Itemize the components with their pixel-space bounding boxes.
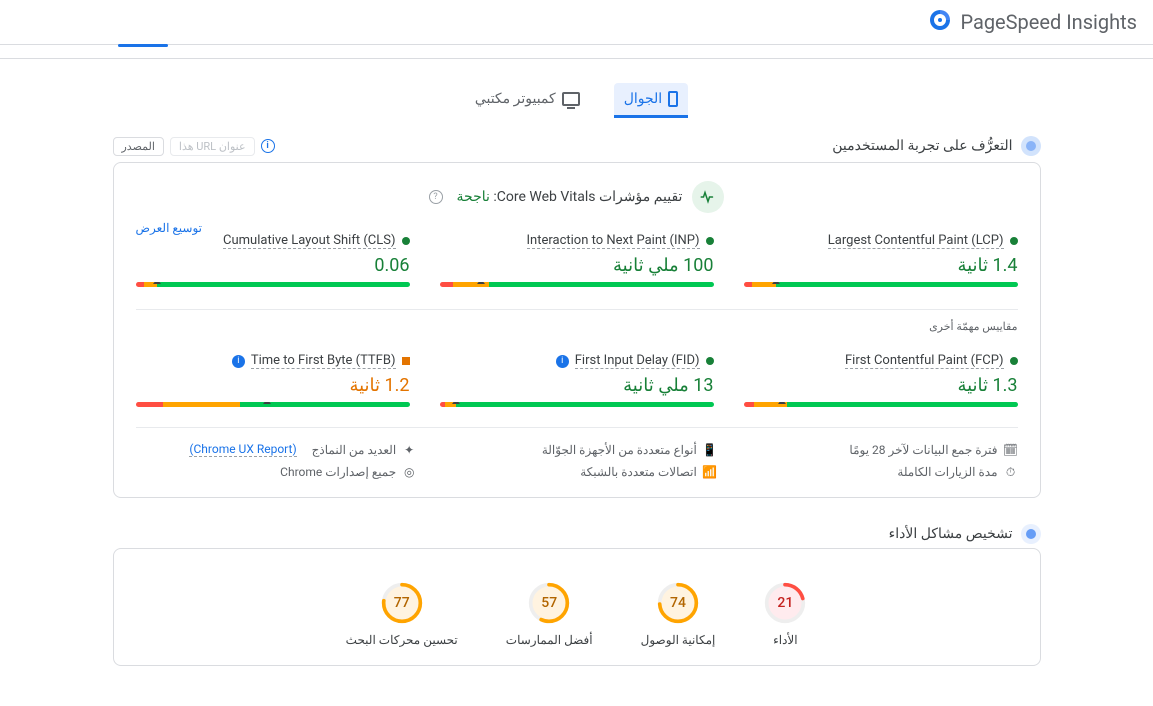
perf-section-icon — [1021, 524, 1041, 544]
gauge-best-score: 57 — [527, 581, 571, 625]
ux-card: تقييم مؤشرات Core Web Vitals: ناجحة ? تو… — [113, 162, 1041, 498]
meta-samples: ✦العديد من النماذج (Chrome UX Report) — [136, 442, 417, 457]
crux-report-link[interactable]: (Chrome UX Report) — [189, 442, 296, 457]
perf-section: تشخيص مشاكل الأداء 21 الأداء 74 إمكانية … — [113, 524, 1041, 666]
clock-icon: ⏱ — [1004, 465, 1018, 479]
metric-lcp-value: 1.4 ثانية — [744, 255, 1018, 276]
meta-grid: 🗓فترة جمع البيانات لآخر 28 يومًا 📱أنواع … — [136, 427, 1018, 479]
metric-fid-bar — [440, 402, 714, 407]
metric-fcp: First Contentful Paint (FCP) 1.3 ثانية — [744, 353, 1018, 407]
info-badge-icon[interactable]: i — [232, 355, 245, 368]
meta-network: 📶اتصالات متعددة بالشبكة — [436, 465, 717, 479]
tab-mobile-label: الجوال — [624, 91, 663, 107]
tab-desktop-label: كمبيوتر مكتبي — [475, 91, 556, 107]
metric-inp-value: 100 ملي ثانية — [440, 255, 714, 276]
metric-inp: Interaction to Next Paint (INP) 100 ملي … — [440, 233, 714, 287]
psi-logo-icon — [928, 8, 952, 36]
metric-ttfb: Time to First Byte (TTFB) i 1.2 ثانية — [136, 353, 410, 407]
divider — [136, 309, 1018, 310]
metric-fid-name[interactable]: First Input Delay (FID) — [575, 353, 700, 369]
status-dot-green — [402, 237, 410, 245]
pulse-icon — [692, 181, 724, 213]
other-metrics-grid: First Contentful Paint (FCP) 1.3 ثانية F… — [136, 353, 1018, 407]
help-icon[interactable]: ? — [429, 190, 443, 204]
metric-fcp-bar — [744, 402, 1018, 407]
devices-icon: 📱 — [703, 443, 717, 457]
core-metrics-grid: Largest Contentful Paint (LCP) 1.4 ثانية… — [136, 233, 1018, 287]
cwv-assessment-text: تقييم مؤشرات Core Web Vitals: ناجحة — [457, 189, 683, 205]
meta-sessions: ⏱مدة الزيارات الكاملة — [737, 465, 1018, 479]
meta-chrome: ◎جميع إصدارات Chrome — [136, 465, 417, 479]
info-badge-icon[interactable]: i — [556, 355, 569, 368]
gauges-row: 21 الأداء 74 إمكانية الوصول 57 أفضل المم… — [136, 581, 1018, 647]
origin-scope-chip[interactable]: المصدر — [113, 137, 164, 156]
metric-inp-bar — [440, 282, 714, 287]
app-header: PageSpeed Insights — [0, 0, 1153, 45]
active-underline — [118, 44, 168, 47]
perf-card: 21 الأداء 74 إمكانية الوصول 57 أفضل المم… — [113, 548, 1041, 666]
perf-section-title: تشخيص مشاكل الأداء — [889, 526, 1013, 542]
status-dot-green — [706, 357, 714, 365]
metric-cls-name[interactable]: Cumulative Layout Shift (CLS) — [223, 233, 395, 249]
main-content: الجوال كمبيوتر مكتبي التعرُّف على تجربة … — [97, 59, 1057, 706]
metric-ttfb-value: 1.2 ثانية — [136, 375, 410, 396]
metric-fid-value: 13 ملي ثانية — [440, 375, 714, 396]
metric-fid: First Input Delay (FID) i 13 ملي ثانية — [440, 353, 714, 407]
gauge-accessibility-label: إمكانية الوصول — [641, 633, 716, 647]
gauge-accessibility[interactable]: 74 إمكانية الوصول — [641, 581, 716, 647]
status-square-orange — [402, 357, 410, 365]
expand-view-link[interactable]: توسيع العرض — [136, 221, 203, 235]
tab-mobile[interactable]: الجوال — [614, 83, 689, 118]
samples-icon: ✦ — [402, 443, 416, 457]
brand-text: PageSpeed Insights — [960, 10, 1137, 34]
device-tabs: الجوال كمبيوتر مكتبي — [113, 83, 1041, 118]
metric-lcp: Largest Contentful Paint (LCP) 1.4 ثانية — [744, 233, 1018, 287]
wifi-icon: 📶 — [703, 465, 717, 479]
gauge-best-practices[interactable]: 57 أفضل الممارسات — [506, 581, 593, 647]
url-scope-chip[interactable]: عنوان URL هذا — [170, 137, 255, 156]
metric-cls-value: 0.06 — [136, 255, 410, 276]
metric-inp-name[interactable]: Interaction to Next Paint (INP) — [527, 233, 700, 249]
ux-section-title: التعرُّف على تجربة المستخدمين — [832, 138, 1012, 154]
search-row — [0, 45, 1153, 59]
desktop-icon — [562, 92, 580, 106]
info-icon[interactable]: i — [261, 139, 275, 153]
status-dot-green — [1010, 357, 1018, 365]
cwv-assessment: تقييم مؤشرات Core Web Vitals: ناجحة ? — [136, 181, 1018, 213]
status-dot-green — [1010, 237, 1018, 245]
ux-section-header: التعرُّف على تجربة المستخدمين i عنوان UR… — [113, 136, 1041, 156]
ux-section-icon — [1021, 136, 1041, 156]
gauge-seo[interactable]: 77 تحسين محركات البحث — [346, 581, 458, 647]
gauge-performance[interactable]: 21 الأداء — [763, 581, 807, 647]
chrome-icon: ◎ — [402, 465, 416, 479]
calendar-icon: 🗓 — [1004, 443, 1018, 457]
mobile-icon — [668, 91, 678, 107]
metric-ttfb-name[interactable]: Time to First Byte (TTFB) — [251, 353, 396, 369]
other-metrics-label: مقاييس مهمّة أخرى — [136, 320, 1018, 333]
tab-desktop[interactable]: كمبيوتر مكتبي — [465, 83, 590, 118]
gauge-performance-label: الأداء — [773, 633, 798, 647]
metric-cls-bar — [136, 282, 410, 287]
meta-devices: 📱أنواع متعددة من الأجهزة الجوّالة — [436, 442, 717, 457]
gauge-seo-label: تحسين محركات البحث — [346, 633, 458, 647]
metric-ttfb-bar — [136, 402, 410, 407]
metric-lcp-bar — [744, 282, 1018, 287]
metric-fcp-value: 1.3 ثانية — [744, 375, 1018, 396]
gauge-accessibility-score: 74 — [656, 581, 700, 625]
meta-period: 🗓فترة جمع البيانات لآخر 28 يومًا — [737, 442, 1018, 457]
gauge-performance-score: 21 — [763, 581, 807, 625]
gauge-seo-score: 77 — [380, 581, 424, 625]
metric-lcp-name[interactable]: Largest Contentful Paint (LCP) — [828, 233, 1004, 249]
metric-cls: Cumulative Layout Shift (CLS) 0.06 — [136, 233, 410, 287]
gauge-best-label: أفضل الممارسات — [506, 633, 593, 647]
status-dot-green — [706, 237, 714, 245]
brand[interactable]: PageSpeed Insights — [928, 8, 1137, 36]
metric-fcp-name[interactable]: First Contentful Paint (FCP) — [845, 353, 1004, 369]
